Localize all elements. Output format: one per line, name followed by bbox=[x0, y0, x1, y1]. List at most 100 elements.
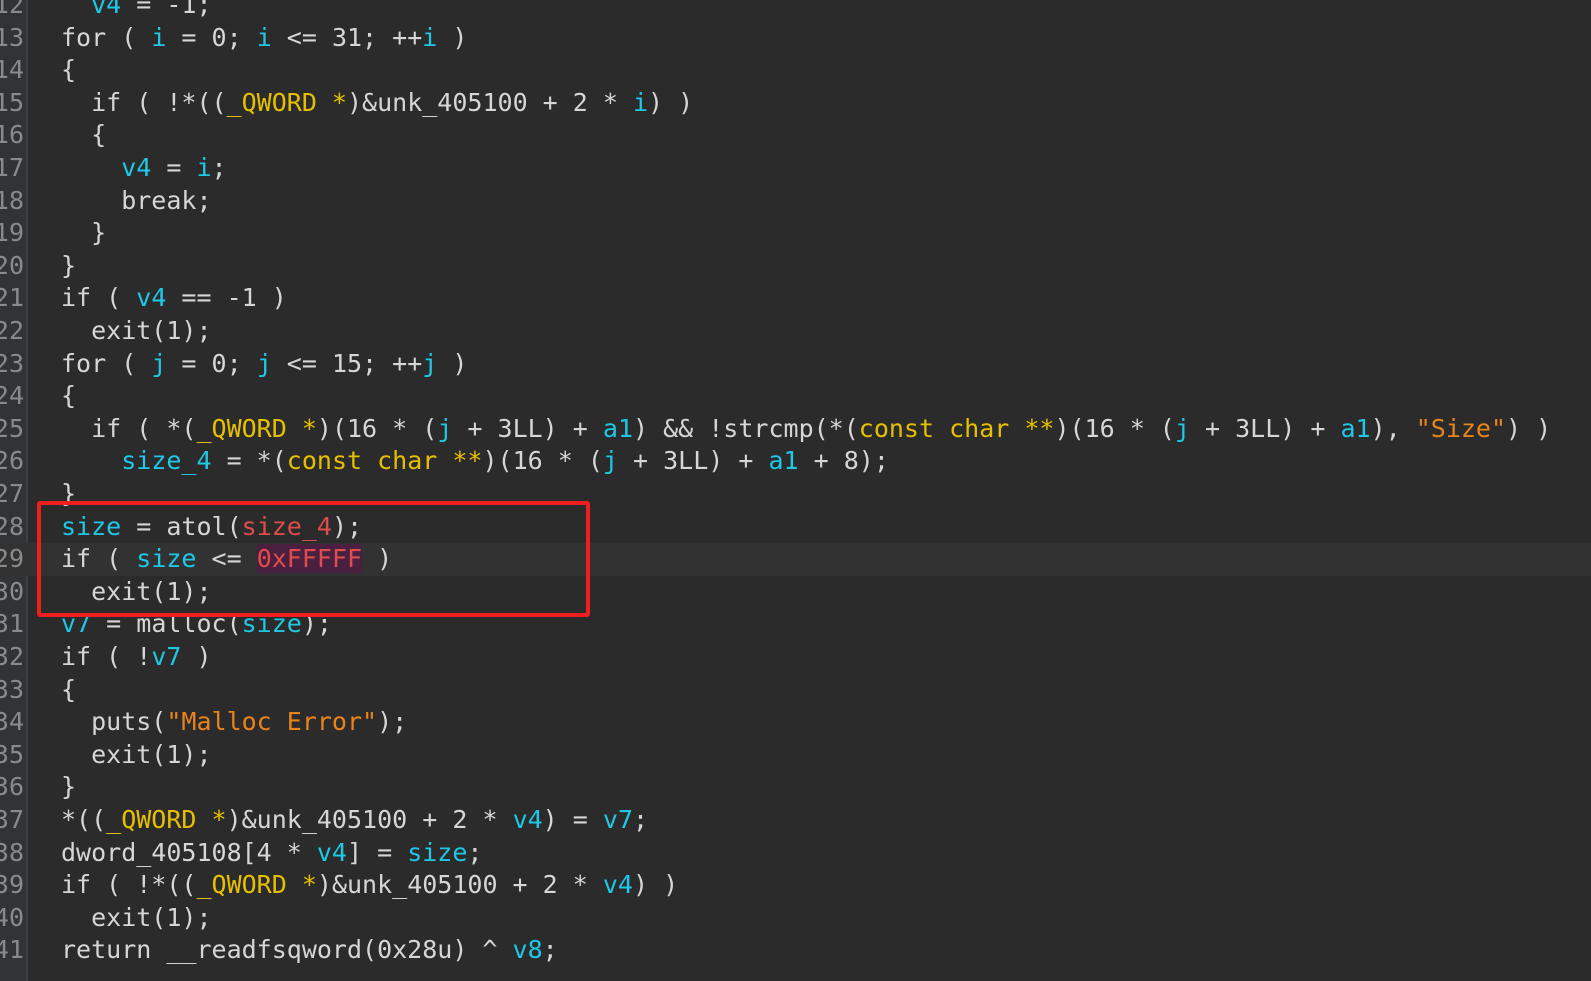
line-code[interactable]: v4 = i; bbox=[61, 152, 226, 185]
line-code[interactable]: if ( v4 == -1 ) bbox=[61, 282, 287, 315]
code-line[interactable]: 22 exit(1); bbox=[0, 315, 1591, 348]
code-line[interactable]: 36} bbox=[0, 771, 1591, 804]
code-token-var[interactable]: a1 bbox=[1340, 414, 1370, 443]
line-number: 26 bbox=[0, 446, 24, 476]
line-code[interactable]: if ( !*((_QWORD *)&unk_405100 + 2 * v4) … bbox=[61, 869, 678, 902]
line-code[interactable]: { bbox=[61, 674, 76, 707]
code-token-plain: dword_405108[4 * bbox=[61, 837, 317, 867]
line-code[interactable]: *((_QWORD *)&unk_405100 + 2 * v4) = v7; bbox=[61, 804, 648, 837]
line-number: 18 bbox=[0, 185, 24, 215]
code-token-var[interactable]: size bbox=[407, 838, 467, 867]
code-line[interactable]: 20} bbox=[0, 250, 1591, 283]
code-line[interactable]: 21 if ( v4 == -1 ) bbox=[0, 282, 1591, 315]
line-code[interactable]: exit(1); bbox=[61, 902, 211, 935]
code-line[interactable]: 33 { bbox=[0, 674, 1591, 707]
code-line[interactable]: 32 if ( !v7 ) bbox=[0, 641, 1591, 674]
line-number: 40 bbox=[0, 902, 24, 932]
code-token-type[interactable]: const char ** bbox=[859, 414, 1055, 443]
line-code[interactable]: if ( *(_QWORD *)(16 * (j + 3LL) + a1) &&… bbox=[61, 413, 1551, 446]
line-code[interactable]: } bbox=[61, 217, 106, 250]
code-token-type[interactable]: _QWORD * bbox=[227, 88, 347, 117]
line-code[interactable]: v4 = -1; bbox=[61, 0, 211, 22]
pseudocode-view[interactable]: 12 v4 = -1; 13 for ( i = 0; i <= 31; ++i )… bbox=[0, 0, 1591, 981]
code-line[interactable]: 35 exit(1); bbox=[0, 739, 1591, 772]
code-line[interactable]: 26 size_4 = *(const char **)(16 * (j + 3… bbox=[0, 445, 1591, 478]
code-token-var[interactable]: i bbox=[196, 153, 211, 182]
code-line[interactable]: 14 { bbox=[0, 54, 1591, 87]
code-line[interactable]: 39 if ( !*((_QWORD *)&unk_405100 + 2 * v4… bbox=[0, 869, 1591, 902]
line-code[interactable]: return __readfsqword(0x28u) ^ v8; bbox=[61, 934, 558, 967]
code-token-plain: + 3LL) + bbox=[617, 446, 769, 476]
code-token-var[interactable]: v4 bbox=[136, 283, 166, 312]
line-number: 28 bbox=[0, 511, 24, 541]
line-code[interactable]: } bbox=[61, 771, 76, 804]
code-token-var[interactable]: j bbox=[151, 349, 166, 378]
code-line[interactable]: 18 break; bbox=[0, 185, 1591, 218]
code-token-var[interactable]: i bbox=[633, 88, 648, 117]
code-token-var[interactable]: v4 bbox=[513, 805, 543, 834]
code-token-var[interactable]: a1 bbox=[603, 414, 633, 443]
code-token-type[interactable]: _QWORD * bbox=[196, 414, 316, 443]
code-token-var[interactable]: i bbox=[257, 23, 272, 52]
code-token-var[interactable]: size_4 bbox=[121, 446, 211, 475]
code-token-var[interactable]: v4 bbox=[317, 838, 347, 867]
code-token-str[interactable]: "Size" bbox=[1416, 414, 1506, 443]
code-token-plain: ); bbox=[377, 707, 408, 737]
code-token-str[interactable]: "Malloc Error" bbox=[166, 707, 377, 736]
code-line[interactable]: 13 for ( i = 0; i <= 31; ++i ) bbox=[0, 22, 1591, 55]
line-number: 13 bbox=[0, 22, 24, 52]
line-code[interactable]: { bbox=[61, 380, 76, 413]
code-line[interactable]: 17 v4 = i; bbox=[0, 152, 1591, 185]
code-token-type[interactable]: const char ** bbox=[287, 446, 483, 475]
code-line[interactable]: 15 if ( !*((_QWORD *)&unk_405100 + 2 * i… bbox=[0, 87, 1591, 120]
line-code[interactable]: if ( !*((_QWORD *)&unk_405100 + 2 * i) ) bbox=[61, 87, 693, 120]
line-code[interactable]: exit(1); bbox=[61, 739, 211, 772]
code-line[interactable]: 24 { bbox=[0, 380, 1591, 413]
code-line[interactable]: 41 return __readfsqword(0x28u) ^ v8; bbox=[0, 934, 1591, 967]
code-token-var[interactable]: j bbox=[603, 446, 618, 475]
code-token-var[interactable]: v4 bbox=[61, 0, 121, 19]
line-code[interactable]: } bbox=[61, 250, 76, 283]
code-token-plain: } bbox=[61, 772, 77, 802]
code-line[interactable]: 12 v4 = -1; bbox=[0, 0, 1591, 22]
code-line[interactable]: 34 puts("Malloc Error"); bbox=[0, 706, 1591, 739]
line-code[interactable]: exit(1); bbox=[61, 315, 212, 348]
code-token-var[interactable]: v7 bbox=[151, 642, 181, 671]
code-token-plain: )(16 * ( bbox=[482, 446, 603, 476]
line-code[interactable]: if ( !v7 ) bbox=[61, 641, 212, 674]
code-token-var[interactable]: v8 bbox=[513, 935, 543, 964]
line-code[interactable]: break; bbox=[61, 185, 211, 218]
code-token-var[interactable]: i bbox=[151, 23, 166, 52]
code-token-var[interactable]: j bbox=[1175, 414, 1190, 443]
code-token-var[interactable]: v4 bbox=[121, 153, 151, 182]
code-token-plain: = bbox=[151, 153, 197, 182]
line-code[interactable]: puts("Malloc Error"); bbox=[61, 706, 407, 739]
line-code[interactable]: { bbox=[61, 119, 106, 152]
line-code[interactable]: for ( j = 0; j <= 15; ++j ) bbox=[61, 348, 467, 381]
code-token-plain: exit(1); bbox=[61, 316, 212, 345]
line-code[interactable]: for ( i = 0; i <= 31; ++i ) bbox=[61, 22, 467, 55]
code-token-var[interactable]: j bbox=[257, 349, 272, 378]
code-line[interactable]: 16 { bbox=[0, 119, 1591, 152]
line-code[interactable]: { bbox=[61, 54, 76, 87]
line-number: 31 bbox=[0, 609, 24, 639]
code-token-var[interactable]: v4 bbox=[603, 870, 633, 899]
code-token-var[interactable]: a1 bbox=[768, 446, 798, 475]
code-line[interactable]: 23 for ( j = 0; j <= 15; ++j ) bbox=[0, 348, 1591, 381]
code-token-type[interactable]: _QWORD * bbox=[196, 870, 316, 899]
code-token-plain: if ( *( bbox=[61, 413, 197, 443]
code-token-var[interactable]: v7 bbox=[603, 805, 633, 834]
code-token-var[interactable]: i bbox=[422, 23, 437, 52]
line-code[interactable]: dword_405108[4 * v4] = size; bbox=[61, 837, 482, 870]
line-number: 12 bbox=[0, 0, 24, 19]
code-token-var[interactable]: j bbox=[422, 349, 437, 378]
line-number: 23 bbox=[0, 348, 24, 378]
code-token-type[interactable]: _QWORD * bbox=[106, 805, 226, 834]
code-line[interactable]: 38 dword_405108[4 * v4] = size; bbox=[0, 837, 1591, 870]
code-line[interactable]: 25 if ( *(_QWORD *)(16 * (j + 3LL) + a1)… bbox=[0, 413, 1591, 446]
line-code[interactable]: size_4 = *(const char **)(16 * (j + 3LL)… bbox=[61, 445, 889, 478]
code-line[interactable]: 37 *((_QWORD *)&unk_405100 + 2 * v4) = v7… bbox=[0, 804, 1591, 837]
code-line[interactable]: 19 } bbox=[0, 217, 1591, 250]
code-token-var[interactable]: j bbox=[437, 414, 452, 443]
code-line[interactable]: 40 exit(1); bbox=[0, 902, 1591, 935]
